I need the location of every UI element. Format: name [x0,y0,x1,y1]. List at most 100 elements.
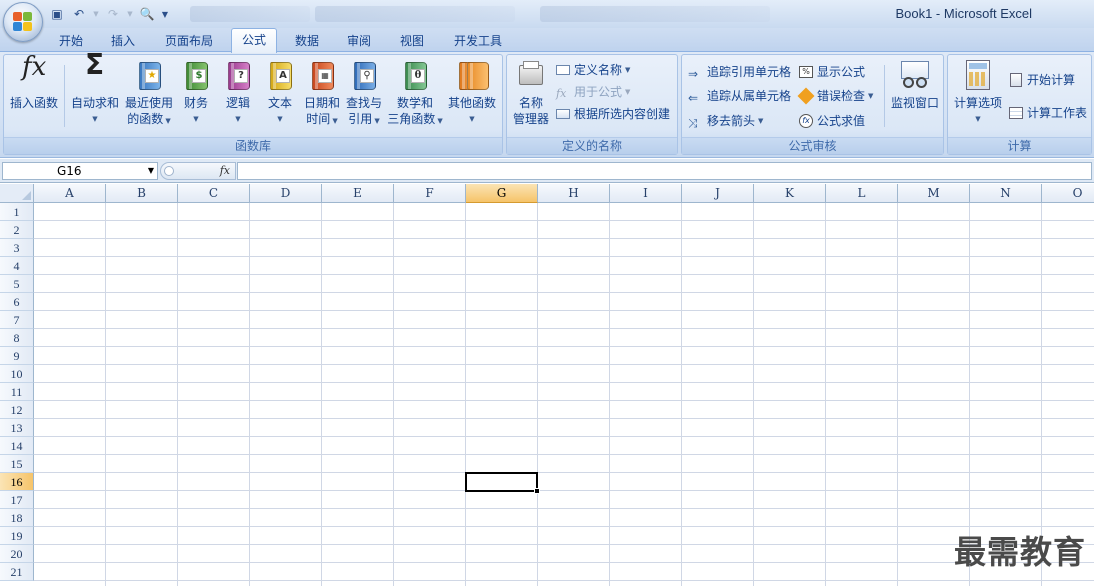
column-header-c[interactable]: C [178,184,250,203]
name-box-value: G16 [57,164,82,178]
select-all-button[interactable] [0,184,34,203]
row-header-11[interactable]: 11 [0,383,34,401]
use-in-formula-button[interactable]: fx 用于公式 ▼ [555,82,630,102]
column-header-n[interactable]: N [970,184,1042,203]
tab-data[interactable]: 数据 [288,31,326,52]
column-header-g[interactable]: G [466,184,538,203]
row-header-19[interactable]: 19 [0,527,34,545]
row-header-3[interactable]: 3 [0,239,34,257]
lookup-reference-button[interactable]: ⚲ 查找与 引用 ▼ [344,59,384,129]
column-header-f[interactable]: F [394,184,466,203]
row-header-6[interactable]: 6 [0,293,34,311]
column-header-e[interactable]: E [322,184,394,203]
define-name-button[interactable]: 定义名称 ▼ [555,60,630,80]
name-manager-label-2: 管理器 [512,112,549,126]
show-formulas-icon: % [798,64,814,80]
trace-precedents-button[interactable]: ⇒ 追踪引用单元格 [688,62,791,82]
text-button[interactable]: A 文本 ▼ [260,59,300,127]
column-header-h[interactable]: H [538,184,610,203]
gridline-horizontal [34,382,1094,383]
math-trig-button[interactable]: θ 数学和 三角函数 ▼ [386,59,444,129]
create-from-selection-button[interactable]: 根据所选内容创建 [555,104,670,124]
autosum-button[interactable]: Σ 自动求和 ▼ [68,51,122,127]
logical-label: 逻辑 [225,96,250,110]
row-header-1[interactable]: 1 [0,203,34,221]
row-header-20[interactable]: 20 [0,545,34,563]
name-box[interactable]: G16 ▼ [2,162,158,180]
fx-small-icon: fx [556,87,567,100]
column-header-k[interactable]: K [754,184,826,203]
calculate-sheet-button[interactable]: 计算工作表 [1008,103,1087,123]
row-header-8[interactable]: 8 [0,329,34,347]
lookup-reference-label: 查找与 [345,96,382,110]
insert-function-button[interactable]: fx 插入函数 [6,54,62,111]
active-cell[interactable] [465,472,540,494]
date-time-label-2: 时间 [306,112,331,126]
gridline-horizontal [34,238,1094,239]
insert-function-bar-button[interactable]: fx [160,162,236,180]
tab-developer[interactable]: 开发工具 [447,31,509,52]
tab-formulas[interactable]: 公式 [231,28,277,53]
calculate-now-button[interactable]: 开始计算 [1008,70,1075,90]
save-icon[interactable]: ▣ [48,5,66,23]
chevron-down-icon: ▼ [469,115,475,123]
row-header-7[interactable]: 7 [0,311,34,329]
chevron-down-icon: ▼ [193,115,199,123]
trace-dependents-button[interactable]: ⇐ 追踪从属单元格 [688,86,791,106]
row-header-13[interactable]: 13 [0,419,34,437]
use-in-formula-label: 用于公式 [574,85,623,99]
worksheet-grid[interactable]: A B C D E F G H I J K L M N O 1 2 3 4 5 6 7 8 9 10 11 12 13 14 15 16 17… [0,184,1094,586]
watch-window-button[interactable]: 监视窗口 [888,59,942,111]
name-manager-button[interactable]: 名称 管理器 [509,59,553,127]
undo-icon[interactable]: ↶ [70,5,88,23]
row-header-21[interactable]: 21 [0,563,34,581]
redo-dropdown-icon[interactable]: ▼ [126,5,134,23]
column-header-d[interactable]: D [250,184,322,203]
tab-review[interactable]: 审阅 [340,31,378,52]
row-header-18[interactable]: 18 [0,509,34,527]
logical-button[interactable]: ? 逻辑 ▼ [218,59,258,127]
math-trig-label-2: 三角函数 [387,112,436,126]
column-header-b[interactable]: B [106,184,178,203]
row-header-12[interactable]: 12 [0,401,34,419]
row-header-10[interactable]: 10 [0,365,34,383]
row-header-9[interactable]: 9 [0,347,34,365]
financial-button[interactable]: $ 财务 ▼ [176,59,216,127]
chevron-down-icon[interactable]: ▼ [148,163,154,179]
calculation-options-label: 计算选项 [953,96,1002,110]
redo-icon[interactable]: ↷ [104,5,122,23]
recently-used-button[interactable]: ★ 最近使用 的函数 ▼ [122,59,176,129]
office-button[interactable] [3,2,43,42]
trace-dependents-label: 追踪从属单元格 [707,89,792,103]
tab-page-layout[interactable]: 页面布局 [156,31,222,52]
remove-arrows-button[interactable]: ⤨ 移去箭头 ▼ [688,111,763,131]
fill-handle[interactable] [534,488,540,494]
row-header-5[interactable]: 5 [0,275,34,293]
tab-insert[interactable]: 插入 [104,31,142,52]
row-header-16[interactable]: 16 [0,473,34,491]
show-formulas-button[interactable]: % 显示公式 [798,62,865,82]
print-preview-icon[interactable]: 🔍 [138,5,156,23]
error-checking-button[interactable]: 错误检查 ▼ [797,86,873,106]
more-functions-button[interactable]: 其他函数 ▼ [444,59,500,127]
gridline-vertical [609,203,610,586]
row-header-14[interactable]: 14 [0,437,34,455]
column-header-m[interactable]: M [898,184,970,203]
row-header-15[interactable]: 15 [0,455,34,473]
formula-input[interactable] [237,162,1092,180]
customize-qat-icon[interactable]: ▼ [160,5,170,23]
row-header-17[interactable]: 17 [0,491,34,509]
tab-view[interactable]: 视图 [393,31,431,52]
column-header-a[interactable]: A [34,184,106,203]
group-function-library: fx 插入函数 Σ 自动求和 ▼ ★ 最近使用 的函数 ▼ $ 财务 ▼ ? 逻… [3,51,503,155]
date-time-button[interactable]: ▦ 日期和 时间 ▼ [302,59,342,129]
evaluate-formula-button[interactable]: fx 公式求值 [798,111,865,131]
column-header-j[interactable]: J [682,184,754,203]
calculation-options-button[interactable]: 计算选项 ▼ [950,59,1006,127]
column-header-o[interactable]: O [1042,184,1094,203]
column-header-l[interactable]: L [826,184,898,203]
row-header-2[interactable]: 2 [0,221,34,239]
row-header-4[interactable]: 4 [0,257,34,275]
column-header-i[interactable]: I [610,184,682,203]
undo-dropdown-icon[interactable]: ▼ [92,5,100,23]
